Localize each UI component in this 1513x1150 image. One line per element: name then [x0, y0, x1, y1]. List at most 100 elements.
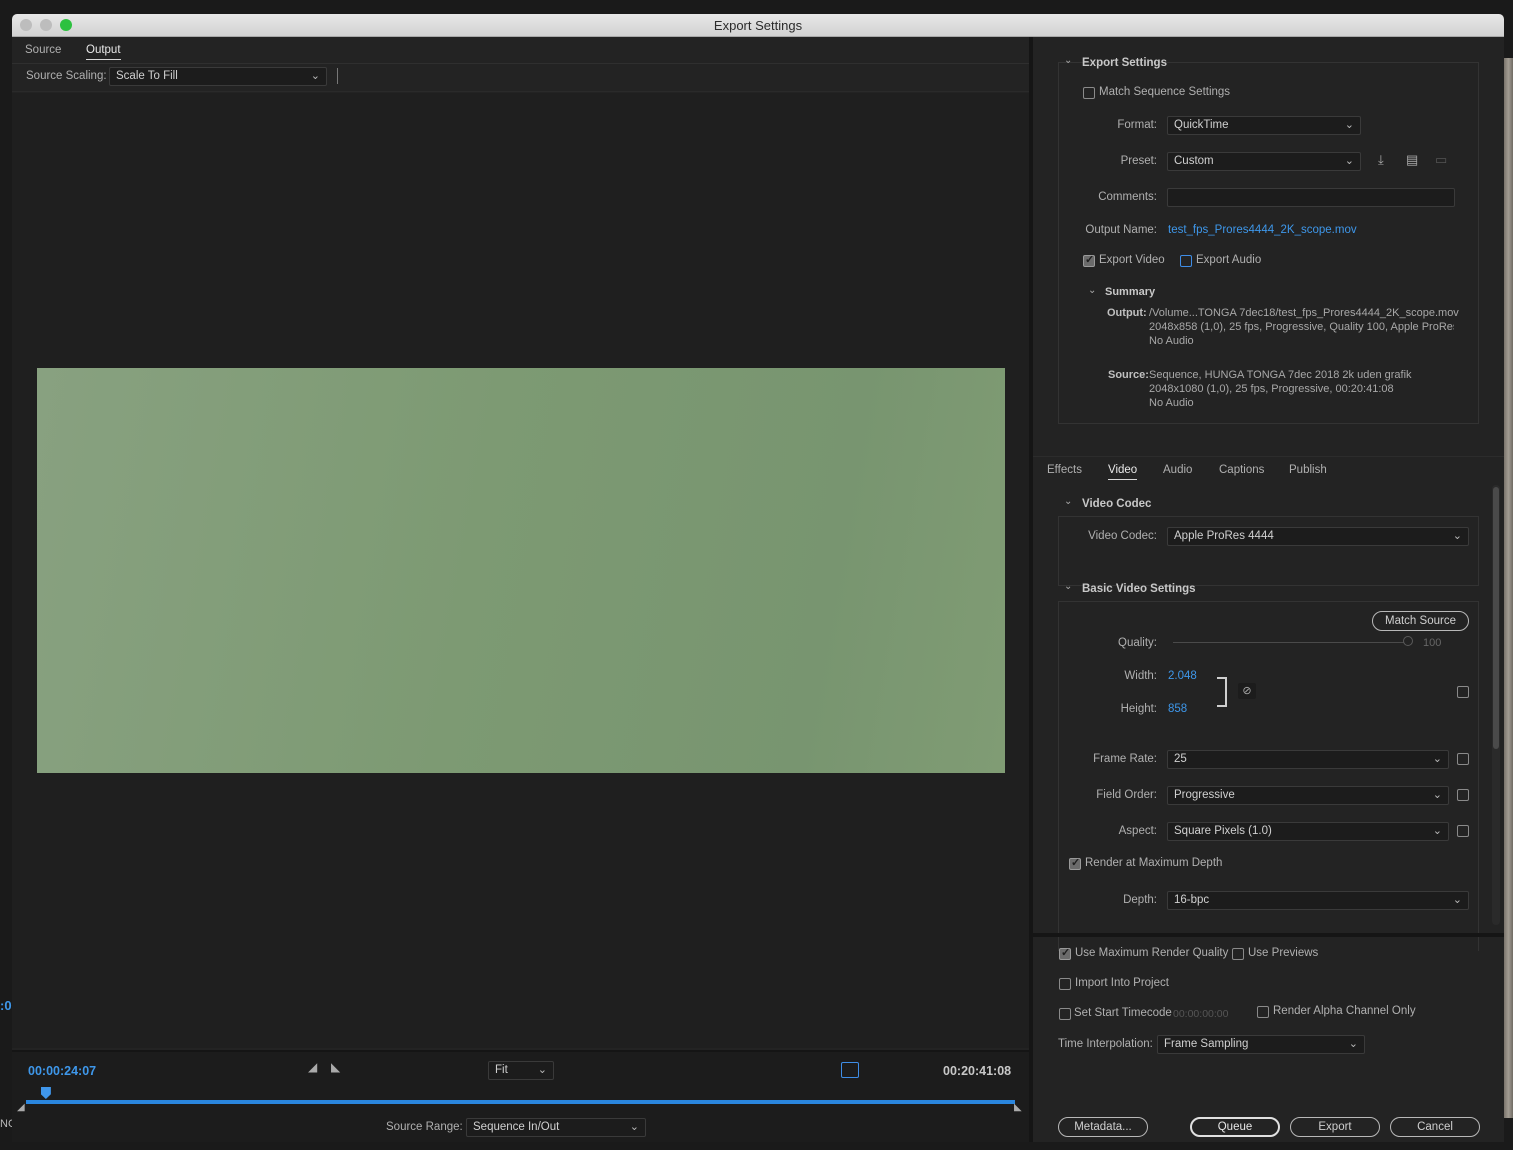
match-sequence-checkbox[interactable] [1083, 87, 1095, 99]
tab-effects[interactable]: Effects [1047, 464, 1082, 476]
time-interpolation-value: Frame Sampling [1164, 1038, 1249, 1050]
chevron-down-icon[interactable]: ⌄ [1064, 55, 1072, 66]
zoom-level-dropdown[interactable]: Fit ⌄ [488, 1061, 554, 1080]
export-video-label: Export Video [1099, 254, 1165, 266]
quality-slider-track[interactable] [1173, 642, 1405, 643]
start-timecode-value: 00:00:00:00 [1173, 1008, 1229, 1020]
quality-label: Quality: [1118, 637, 1157, 649]
summary-output-line: No Audio [1149, 335, 1194, 347]
unlink-chain-icon[interactable]: ⊘ [1238, 683, 1256, 699]
scrollbar-thumb[interactable] [1493, 487, 1499, 749]
width-value[interactable]: 2.048 [1168, 670, 1197, 682]
time-interpolation-dropdown[interactable]: Frame Sampling ⌄ [1157, 1035, 1365, 1054]
export-audio-checkbox[interactable] [1180, 255, 1192, 267]
basic-video-header: Basic Video Settings [1082, 583, 1196, 595]
tab-output[interactable]: Output [86, 44, 121, 60]
scrollbar-track[interactable] [1492, 485, 1500, 925]
tab-captions[interactable]: Captions [1219, 464, 1264, 476]
chevron-down-icon: ⌄ [1432, 789, 1442, 801]
timeline-area: 00:00:24:07 ◢ ◣ Fit ⌄ 00:20:41:08 ◢ ◣ So… [12, 1050, 1029, 1142]
summary-output-label: Output: [1107, 307, 1147, 319]
aspect-override-checkbox[interactable] [1457, 825, 1469, 837]
video-codec-header: Video Codec [1082, 498, 1152, 510]
use-max-quality-label: Use Maximum Render Quality [1075, 947, 1229, 959]
chevron-down-icon: ⌄ [537, 1064, 547, 1076]
match-source-button[interactable]: Match Source [1372, 611, 1469, 631]
export-settings-header: Export Settings [1082, 57, 1167, 69]
window-title: Export Settings [713, 18, 803, 33]
preset-label: Preset: [1120, 155, 1157, 167]
summary-source-line: No Audio [1149, 397, 1194, 409]
format-dropdown[interactable]: QuickTime ⌄ [1167, 116, 1361, 135]
frame-rate-value: 25 [1174, 753, 1187, 765]
output-name-link[interactable]: test_fps_Prores4444_2K_scope.mov [1168, 224, 1357, 236]
video-codec-dropdown[interactable]: Apple ProRes 4444 ⌄ [1167, 527, 1469, 546]
depth-dropdown[interactable]: 16-bpc ⌄ [1167, 891, 1469, 910]
render-alpha-checkbox[interactable] [1257, 1006, 1269, 1018]
preview-panel: Source Output Source Scaling: Scale To F… [12, 37, 1029, 1142]
summary-source-line: Sequence, HUNGA TONGA 7dec 2018 2k uden … [1149, 369, 1412, 381]
source-range-dropdown[interactable]: Sequence In/Out ⌄ [466, 1118, 646, 1137]
mark-out-icon[interactable]: ◣ [331, 1060, 340, 1074]
chevron-down-icon: ⌄ [1452, 530, 1462, 542]
tab-audio[interactable]: Audio [1163, 464, 1192, 476]
summary-output-line: /Volume...TONGA 7dec18/test_fps_Prores44… [1149, 307, 1459, 319]
bottom-section-divider [1033, 933, 1504, 937]
timeline-track[interactable] [26, 1100, 1015, 1104]
current-timecode[interactable]: 00:00:24:07 [28, 1064, 96, 1078]
background-timecode-fragment: :0 [0, 998, 12, 1013]
export-video-checkbox[interactable] [1083, 253, 1095, 267]
tab-video[interactable]: Video [1108, 464, 1138, 480]
chevron-down-icon[interactable]: ⌄ [1064, 581, 1072, 592]
settings-tabs-divider [1033, 456, 1504, 457]
frame-rate-override-checkbox[interactable] [1457, 753, 1469, 765]
use-previews-checkbox[interactable] [1232, 948, 1244, 960]
field-order-override-checkbox[interactable] [1457, 789, 1469, 801]
frame-rate-dropdown[interactable]: 25 ⌄ [1167, 750, 1449, 769]
tab-publish[interactable]: Publish [1289, 464, 1327, 476]
cancel-button[interactable]: Cancel [1390, 1117, 1480, 1137]
chevron-down-icon[interactable]: ⌄ [1088, 285, 1096, 296]
in-point-marker-icon[interactable]: ◢ [17, 1102, 25, 1113]
output-name-label: Output Name: [1085, 224, 1157, 236]
match-sequence-label: Match Sequence Settings [1099, 86, 1231, 98]
depth-label: Depth: [1123, 894, 1157, 906]
depth-value: 16-bpc [1174, 894, 1210, 906]
out-point-marker-icon[interactable]: ◣ [1014, 1102, 1022, 1113]
import-into-project-checkbox[interactable] [1059, 978, 1071, 990]
source-scaling-value: Scale To Fill [116, 70, 178, 82]
export-button[interactable]: Export [1290, 1117, 1380, 1137]
playhead-handle[interactable] [40, 1087, 51, 1099]
delete-preset-icon[interactable]: ▭ [1435, 152, 1447, 168]
video-codec-value: Apple ProRes 4444 [1174, 530, 1274, 542]
source-range-value: Sequence In/Out [473, 1121, 560, 1133]
metadata-button[interactable]: Metadata... [1058, 1117, 1148, 1137]
set-start-timecode-checkbox[interactable] [1059, 1008, 1071, 1020]
render-alpha-label: Render Alpha Channel Only [1273, 1005, 1416, 1017]
render-max-depth-label: Render at Maximum Depth [1085, 857, 1223, 869]
comments-input[interactable] [1167, 188, 1455, 207]
mark-in-icon[interactable]: ◢ [308, 1060, 317, 1074]
field-order-dropdown[interactable]: Progressive ⌄ [1167, 786, 1449, 805]
import-preset-icon[interactable]: ▤ [1406, 152, 1418, 168]
chevron-down-icon[interactable]: ⌄ [1064, 496, 1072, 507]
aspect-dropdown[interactable]: Square Pixels (1.0) ⌄ [1167, 822, 1449, 841]
save-preset-icon[interactable]: ⤓ [1378, 152, 1384, 168]
crop-divider [337, 68, 338, 84]
height-value[interactable]: 858 [1168, 703, 1187, 715]
toolbar-divider [12, 91, 1029, 92]
quality-slider-handle[interactable] [1403, 636, 1413, 646]
source-scaling-dropdown[interactable]: Scale To Fill ⌄ [109, 67, 327, 86]
render-max-depth-checkbox[interactable] [1069, 856, 1081, 870]
tab-divider [12, 63, 1029, 64]
preset-dropdown[interactable]: Custom ⌄ [1167, 152, 1361, 171]
use-max-quality-checkbox[interactable] [1059, 946, 1071, 960]
chevron-down-icon: ⌄ [310, 70, 320, 82]
queue-button[interactable]: Queue [1190, 1117, 1280, 1137]
dimension-override-checkbox[interactable] [1457, 686, 1469, 698]
tab-source[interactable]: Source [25, 44, 61, 56]
title-bar: Export Settings [12, 14, 1504, 37]
summary-source-line: 2048x1080 (1,0), 25 fps, Progressive, 00… [1149, 383, 1394, 395]
chevron-down-icon: ⌄ [1344, 119, 1354, 131]
aspect-toggle-icon[interactable] [841, 1062, 859, 1078]
